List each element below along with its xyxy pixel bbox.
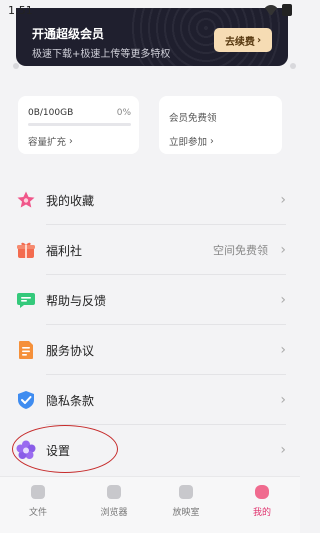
benefits-hint: 空间免费领: [213, 244, 268, 257]
vip-title: 开通超级会员: [32, 27, 105, 41]
banner-edge-left: [13, 63, 19, 69]
chevron-right-icon: ›: [280, 392, 286, 408]
join-now-link[interactable]: 立即参加 ›: [169, 134, 214, 149]
menu-item-benefits[interactable]: 福利社 空间免费领 ›: [0, 225, 300, 275]
chevron-right-icon: ›: [280, 342, 286, 358]
play-icon: [179, 485, 193, 499]
join-now-label: 立即参加: [169, 137, 208, 148]
star-icon: [16, 190, 36, 210]
chevron-right-icon: ›: [280, 442, 286, 458]
chevron-right-icon: ›: [280, 242, 286, 258]
tab-player[interactable]: 放映室: [156, 485, 216, 525]
vip-subtitle: 极速下载+极速上传等更多特权: [32, 49, 171, 60]
highlight-oval: [12, 425, 118, 473]
tab-browser-label: 浏览器: [100, 508, 128, 518]
status-icons: [264, 4, 292, 16]
menu-label-help-feedback: 帮助与反馈: [46, 293, 107, 308]
menu-label-favorites: 我的收藏: [46, 193, 95, 208]
gift-icon: [16, 240, 36, 260]
member-free-card[interactable]: 会员免费领 立即参加 ›: [159, 96, 282, 154]
status-time: 1:51: [8, 3, 33, 17]
storage-progress-bar: [28, 123, 131, 126]
chat-icon: [16, 290, 36, 310]
bottom-nav: 文件 浏览器 放映室 我的: [0, 476, 300, 533]
chevron-right-icon: ›: [280, 192, 286, 208]
renew-button-label: 去续费: [224, 36, 255, 48]
renew-button[interactable]: 去续费 ›: [214, 28, 272, 52]
storage-percent: 0%: [116, 108, 131, 118]
menu-item-privacy[interactable]: 隐私条款 ›: [0, 375, 300, 425]
chevron-right-icon: ›: [210, 135, 214, 147]
menu-item-help-feedback[interactable]: 帮助与反馈 ›: [0, 275, 300, 325]
shield-icon: [16, 390, 36, 410]
status-bar: 1:51: [0, 0, 300, 20]
tab-browser[interactable]: 浏览器: [84, 485, 144, 525]
document-icon: [16, 340, 36, 360]
battery-icon: [282, 4, 292, 16]
storage-usage: 0B/100GB: [28, 108, 74, 118]
wifi-icon: [264, 5, 278, 15]
tab-mine[interactable]: 我的: [232, 485, 292, 525]
banner-edge-right: [290, 63, 296, 69]
menu-label-service-agreement: 服务协议: [46, 343, 95, 358]
menu-item-service-agreement[interactable]: 服务协议 ›: [0, 325, 300, 375]
storage-card[interactable]: 0B/100GB 0% 容量扩充 ›: [18, 96, 139, 154]
menu-item-favorites[interactable]: 我的收藏 ›: [0, 175, 300, 225]
member-free-title: 会员免费领: [169, 113, 217, 124]
expand-storage-label: 容量扩充: [28, 137, 67, 148]
tab-files[interactable]: 文件: [8, 485, 68, 525]
tab-mine-label: 我的: [252, 508, 271, 518]
menu-label-privacy: 隐私条款: [46, 393, 95, 408]
browser-icon: [107, 485, 121, 499]
menu-label-benefits: 福利社: [46, 243, 83, 258]
tab-player-label: 放映室: [172, 508, 200, 518]
folder-icon: [31, 485, 45, 499]
chevron-right-icon: ›: [280, 292, 286, 308]
tab-files-label: 文件: [28, 508, 47, 518]
profile-icon: [255, 485, 269, 499]
chevron-right-icon: ›: [256, 34, 262, 46]
chevron-right-icon: ›: [69, 135, 73, 147]
expand-storage-link[interactable]: 容量扩充 ›: [28, 134, 73, 149]
